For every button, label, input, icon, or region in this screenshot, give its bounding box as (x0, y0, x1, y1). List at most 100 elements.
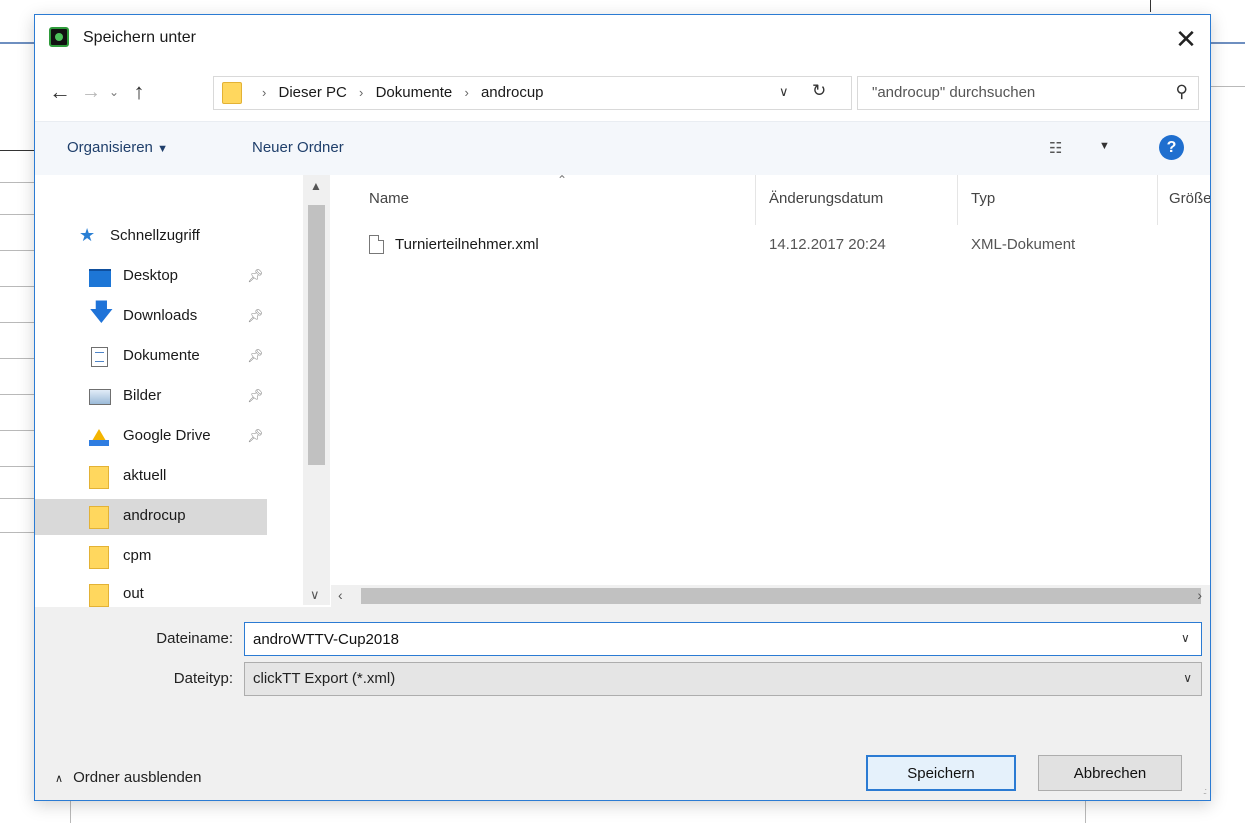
background-line (0, 42, 34, 44)
background-line (0, 498, 34, 499)
breadcrumb-chevron-icon: › (262, 85, 267, 100)
address-bar[interactable]: › Dieser PC › Dokumente › androcup ∨ ↻ (213, 76, 852, 110)
sidebar-item-google-drive[interactable]: Google Drive 📌︎ (35, 419, 267, 455)
breadcrumb-item[interactable]: androcup (481, 84, 544, 101)
file-name: Turnierteilnehmer.xml (395, 236, 539, 253)
scroll-right-arrow-icon[interactable]: › (1197, 587, 1202, 603)
column-divider[interactable] (1157, 175, 1158, 225)
background-line (1211, 86, 1245, 87)
breadcrumb-chevron-icon[interactable]: › (359, 85, 363, 100)
pin-icon[interactable]: 📌︎ (247, 428, 264, 444)
sidebar-item-documents[interactable]: Dokumente 📌︎ (35, 339, 267, 375)
sidebar-item-aktuell[interactable]: aktuell (35, 459, 267, 495)
organize-label: Organisieren (67, 139, 153, 156)
column-divider[interactable] (957, 175, 958, 225)
view-options-chevron-icon[interactable]: ▼ (1099, 140, 1110, 152)
filename-field[interactable] (244, 622, 1202, 656)
sidebar-item-label: Bilder (123, 387, 162, 404)
background-line (0, 182, 34, 183)
file-modified-date: 14.12.2017 20:24 (769, 236, 886, 253)
breadcrumb-chevron-icon[interactable]: › (464, 85, 468, 100)
recent-locations-chevron-icon[interactable]: ⌄ (105, 77, 123, 107)
column-header-type[interactable]: Typ (971, 190, 995, 207)
scrollbar-thumb[interactable] (308, 205, 325, 465)
file-icon (369, 235, 384, 254)
help-icon[interactable]: ? (1159, 135, 1184, 160)
background-line (0, 532, 34, 533)
resize-grip-icon[interactable]: .: (1203, 786, 1207, 796)
background-line (0, 250, 34, 251)
column-divider[interactable] (755, 175, 756, 225)
save-button[interactable]: Speichern (866, 755, 1016, 791)
forward-arrow-icon[interactable]: → (79, 77, 103, 107)
background-line (1085, 801, 1086, 823)
sidebar-item-androcup[interactable]: androcup (35, 499, 267, 535)
filetype-select[interactable]: clickTT Export (*.xml) ∨ (244, 662, 1202, 696)
scrollbar-thumb[interactable] (361, 588, 1201, 604)
pictures-icon (89, 389, 111, 405)
sidebar-item-label: out (123, 585, 144, 602)
file-list-horizontal-scrollbar[interactable]: ‹ › (331, 585, 1210, 607)
table-row[interactable]: Turnierteilnehmer.xml 14.12.2017 20:24 X… (331, 227, 1210, 263)
back-arrow-icon[interactable]: ← (47, 77, 73, 107)
download-arrow-icon: 🡇 (89, 299, 114, 326)
filetype-value: clickTT Export (*.xml) (253, 670, 396, 687)
breadcrumb-item[interactable]: Dokumente (376, 84, 453, 101)
folder-icon (89, 466, 109, 489)
pin-icon[interactable]: 📌︎ (247, 388, 264, 404)
hide-folders-label: Ordner ausblenden (73, 769, 202, 786)
address-history-chevron-icon[interactable]: ∨ (779, 84, 789, 100)
chevron-down-icon: ∨ (1183, 671, 1192, 685)
app-icon (49, 27, 69, 47)
sidebar-item-desktop[interactable]: Desktop 📌︎ (35, 259, 267, 295)
background-line (70, 801, 71, 823)
sidebar-item-label: Downloads (123, 307, 198, 324)
sidebar-item-quick-access[interactable]: ★ Schnellzugriff (35, 219, 267, 255)
organize-button[interactable]: Organisieren ▼ (67, 139, 168, 156)
background-line (1150, 0, 1151, 12)
save-options-panel: Dateiname: ∨ Dateityp: clickTT Export (*… (35, 607, 1210, 800)
sidebar-item-label: Schnellzugriff (110, 227, 200, 244)
refresh-icon[interactable]: ↻ (812, 81, 826, 101)
filename-label: Dateiname: (156, 630, 233, 647)
column-header-name[interactable]: Name (369, 190, 409, 207)
sidebar-item-pictures[interactable]: Bilder 📌︎ (35, 379, 267, 415)
navigation-pane-scrollbar[interactable]: ▲ ∨ (303, 175, 330, 605)
view-options-icon[interactable]: ☷ (1049, 139, 1062, 157)
cancel-button[interactable]: Abbrechen (1038, 755, 1182, 791)
save-as-dialog: Speichern unter ✕ ← → ⌄ ↑ › Dieser PC › … (34, 14, 1211, 801)
sidebar-item-downloads[interactable]: 🡇 Downloads 📌︎ (35, 299, 267, 335)
star-icon: ★ (79, 225, 96, 245)
pin-icon[interactable]: 📌︎ (247, 348, 264, 364)
pin-icon[interactable]: 📌︎ (247, 308, 264, 324)
background-line (0, 286, 34, 287)
new-folder-button[interactable]: Neuer Ordner (252, 139, 344, 156)
up-arrow-icon[interactable]: ↑ (127, 77, 151, 107)
scroll-down-arrow-icon[interactable]: ∨ (310, 587, 320, 603)
filetype-label: Dateityp: (173, 670, 233, 687)
file-list: ⌃ Name Änderungsdatum Typ Größe Turniert… (331, 175, 1210, 605)
scroll-left-arrow-icon[interactable]: ‹ (338, 587, 343, 603)
breadcrumb-item[interactable]: Dieser PC (279, 84, 347, 101)
close-button[interactable]: ✕ (1162, 15, 1210, 65)
scroll-up-arrow-icon[interactable]: ▲ (310, 179, 322, 193)
dialog-title: Speichern unter (83, 29, 196, 46)
sidebar-item-label: androcup (123, 507, 186, 524)
filename-history-chevron-icon[interactable]: ∨ (1181, 631, 1190, 645)
search-box[interactable]: "androcup" durchsuchen ⚲ (857, 76, 1199, 110)
background-line (0, 430, 34, 431)
chevron-up-icon: ∧ (55, 773, 64, 785)
sidebar-item-cpm[interactable]: cpm (35, 539, 267, 575)
column-header-size[interactable]: Größe (1169, 190, 1210, 207)
sort-ascending-icon: ⌃ (557, 175, 568, 187)
hide-folders-toggle[interactable]: ∧ Ordner ausblenden (55, 769, 202, 786)
file-type: XML-Dokument (971, 236, 1076, 253)
search-icon[interactable]: ⚲ (1176, 82, 1188, 102)
title-bar[interactable]: Speichern unter ✕ (35, 15, 1210, 67)
pin-icon[interactable]: 📌︎ (247, 268, 264, 284)
folder-icon (222, 82, 242, 104)
desktop-icon (89, 269, 111, 287)
sidebar-item-label: Dokumente (123, 347, 200, 364)
search-input[interactable]: "androcup" durchsuchen (872, 84, 1035, 101)
column-header-modified[interactable]: Änderungsdatum (769, 190, 883, 207)
